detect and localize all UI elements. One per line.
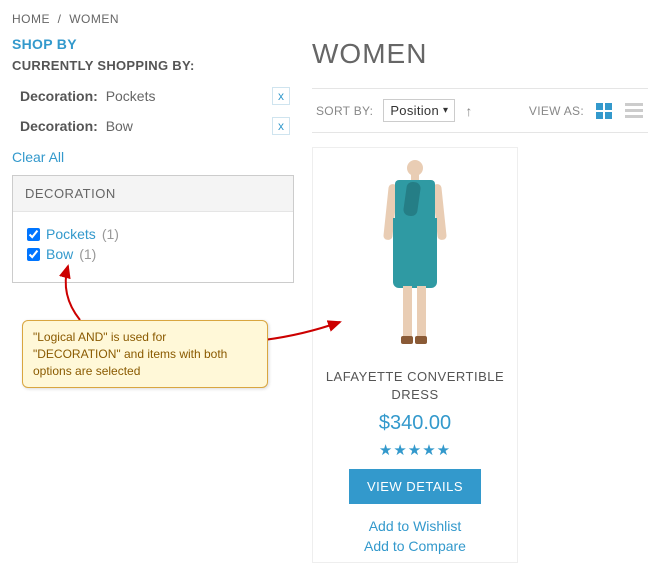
facet-checkbox-pockets[interactable] — [27, 228, 40, 241]
product-image[interactable] — [313, 148, 517, 358]
filter-label: Decoration: — [20, 118, 98, 134]
facet-option: Bow (1) — [27, 246, 279, 262]
product-price: $340.00 — [313, 412, 517, 435]
facet-checkbox-bow[interactable] — [27, 248, 40, 261]
filter-value: Pockets — [106, 88, 156, 104]
sort-direction-icon[interactable]: ↑ — [465, 103, 472, 119]
grid-view-icon[interactable] — [594, 102, 614, 120]
rating-stars-icon: ★★★★★ — [313, 441, 517, 459]
facet-option: Pockets (1) — [27, 226, 279, 242]
breadcrumb-women: WOMEN — [69, 12, 119, 26]
facet-count: (1) — [79, 246, 96, 262]
sidebar: SHOP BY CURRENTLY SHOPPING BY: Decoratio… — [12, 36, 294, 563]
facet-link-bow[interactable]: Bow — [46, 246, 73, 262]
product-name[interactable]: LAFAYETTE CONVERTIBLE DRESS — [319, 368, 511, 404]
breadcrumb: HOME / WOMEN — [12, 8, 648, 36]
facet-link-pockets[interactable]: Pockets — [46, 226, 96, 242]
remove-filter-icon[interactable]: x — [272, 87, 290, 105]
facet-box: DECORATION Pockets (1) Bow (1) — [12, 175, 294, 283]
sortby-label: SORT BY: — [316, 104, 373, 118]
annotation-callout: "Logical AND" is used for "DECORATION" a… — [22, 320, 268, 388]
page-title: WOMEN — [312, 38, 648, 70]
sort-value: Position — [390, 103, 439, 118]
view-details-button[interactable]: VIEW DETAILS — [349, 469, 481, 504]
viewas-label: VIEW AS: — [529, 104, 584, 118]
add-to-wishlist-link[interactable]: Add to Wishlist — [313, 518, 517, 534]
content: WOMEN SORT BY: Position ▾ ↑ VIEW AS: — [312, 36, 648, 563]
remove-filter-icon[interactable]: x — [272, 117, 290, 135]
filter-value: Bow — [106, 118, 133, 134]
active-filter-row: Decoration: Pockets x — [12, 81, 294, 111]
facet-title: DECORATION — [13, 176, 293, 212]
clear-all-link[interactable]: Clear All — [12, 149, 64, 165]
toolbar: SORT BY: Position ▾ ↑ VIEW AS: — [312, 88, 648, 133]
breadcrumb-sep: / — [58, 12, 62, 26]
active-filter-row: Decoration: Bow x — [12, 111, 294, 141]
sort-select[interactable]: Position ▾ — [383, 99, 455, 122]
breadcrumb-home[interactable]: HOME — [12, 12, 50, 26]
list-view-icon[interactable] — [624, 102, 644, 120]
caret-down-icon: ▾ — [443, 105, 448, 116]
add-to-compare-link[interactable]: Add to Compare — [313, 538, 517, 554]
filter-label: Decoration: — [20, 88, 98, 104]
currently-shopping-title: CURRENTLY SHOPPING BY: — [12, 58, 294, 73]
facet-count: (1) — [102, 226, 119, 242]
shopby-title: SHOP BY — [12, 36, 294, 52]
product-card: LAFAYETTE CONVERTIBLE DRESS $340.00 ★★★★… — [312, 147, 518, 563]
